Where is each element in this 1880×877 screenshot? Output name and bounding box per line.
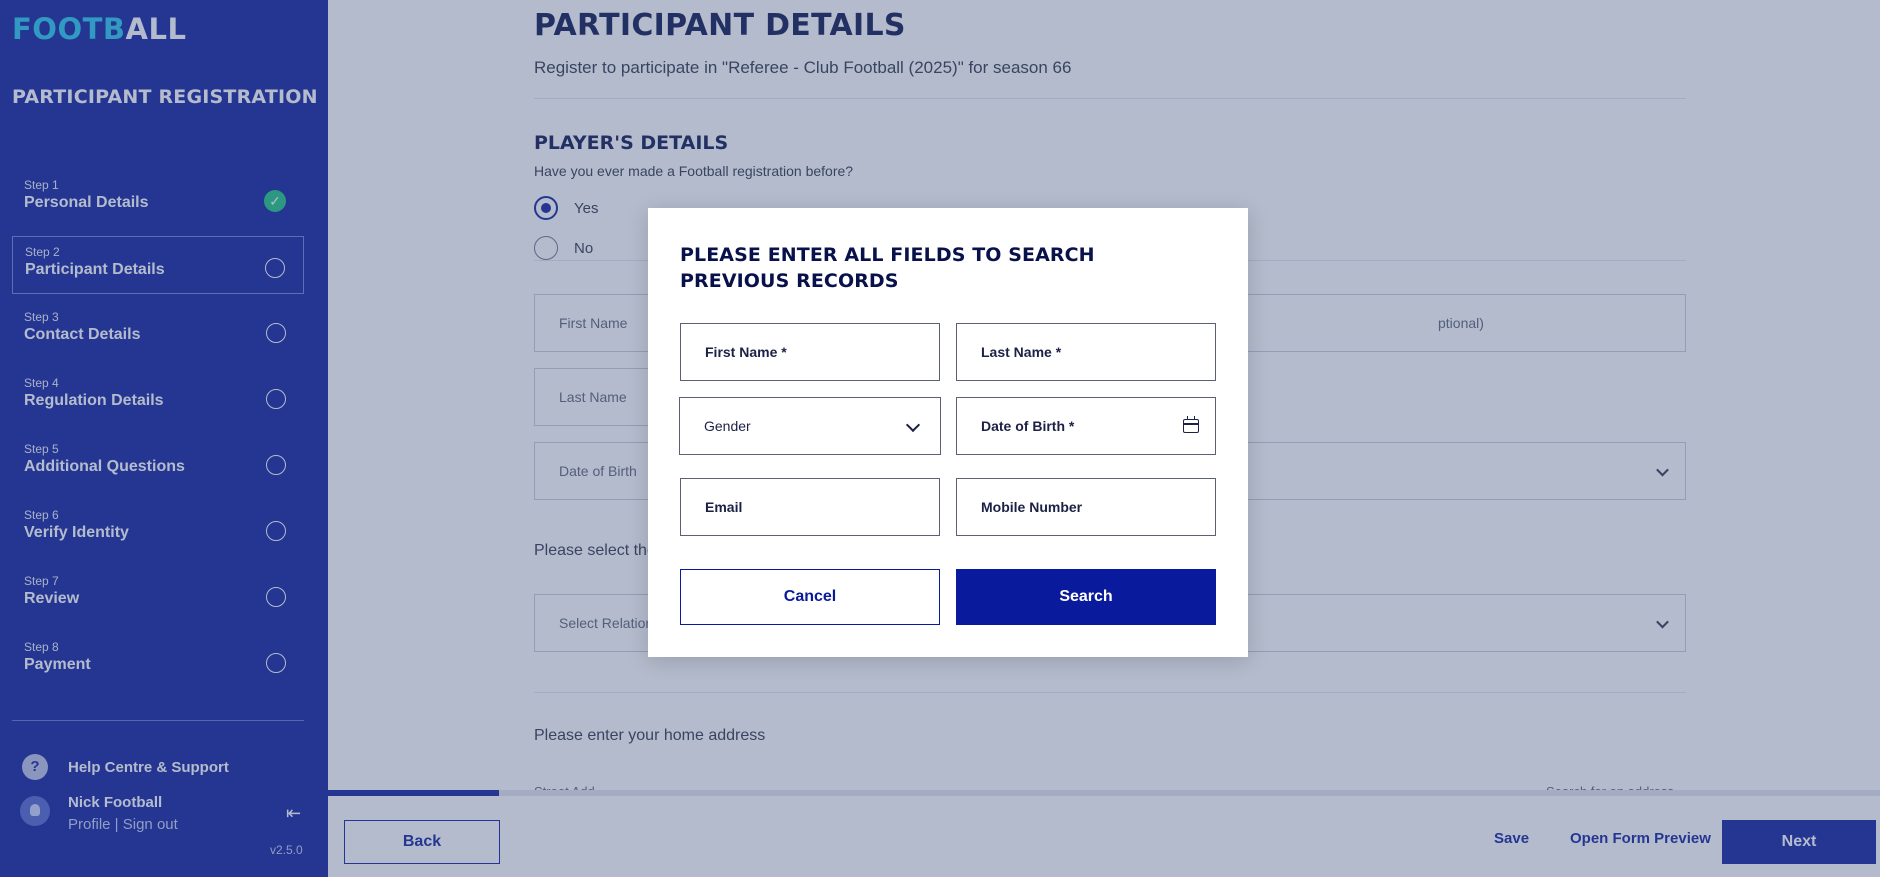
email-placeholder: Email (705, 499, 743, 515)
modal-gender-select[interactable]: Gender (679, 397, 941, 455)
calendar-icon[interactable] (1183, 416, 1199, 433)
first-name-placeholder: First Name * (705, 344, 787, 360)
modal-date-of-birth-input[interactable]: Date of Birth * (956, 397, 1216, 455)
modal-first-name-input[interactable]: First Name * (680, 323, 940, 381)
modal-mobile-input[interactable]: Mobile Number (956, 478, 1216, 536)
last-name-placeholder: Last Name * (981, 344, 1062, 360)
modal-title: PLEASE ENTER ALL FIELDS TO SEARCH PREVIO… (680, 244, 1095, 292)
mobile-placeholder: Mobile Number (981, 499, 1083, 515)
modal-last-name-input[interactable]: Last Name * (956, 323, 1216, 381)
search-records-modal: PLEASE ENTER ALL FIELDS TO SEARCH PREVIO… (648, 208, 1248, 657)
modal-email-input[interactable]: Email (680, 478, 940, 536)
gender-placeholder: Gender (704, 418, 751, 434)
search-button[interactable]: Search (956, 569, 1216, 625)
dob-placeholder: Date of Birth * (981, 418, 1075, 434)
cancel-button[interactable]: Cancel (680, 569, 940, 625)
chevron-down-icon (905, 417, 921, 433)
